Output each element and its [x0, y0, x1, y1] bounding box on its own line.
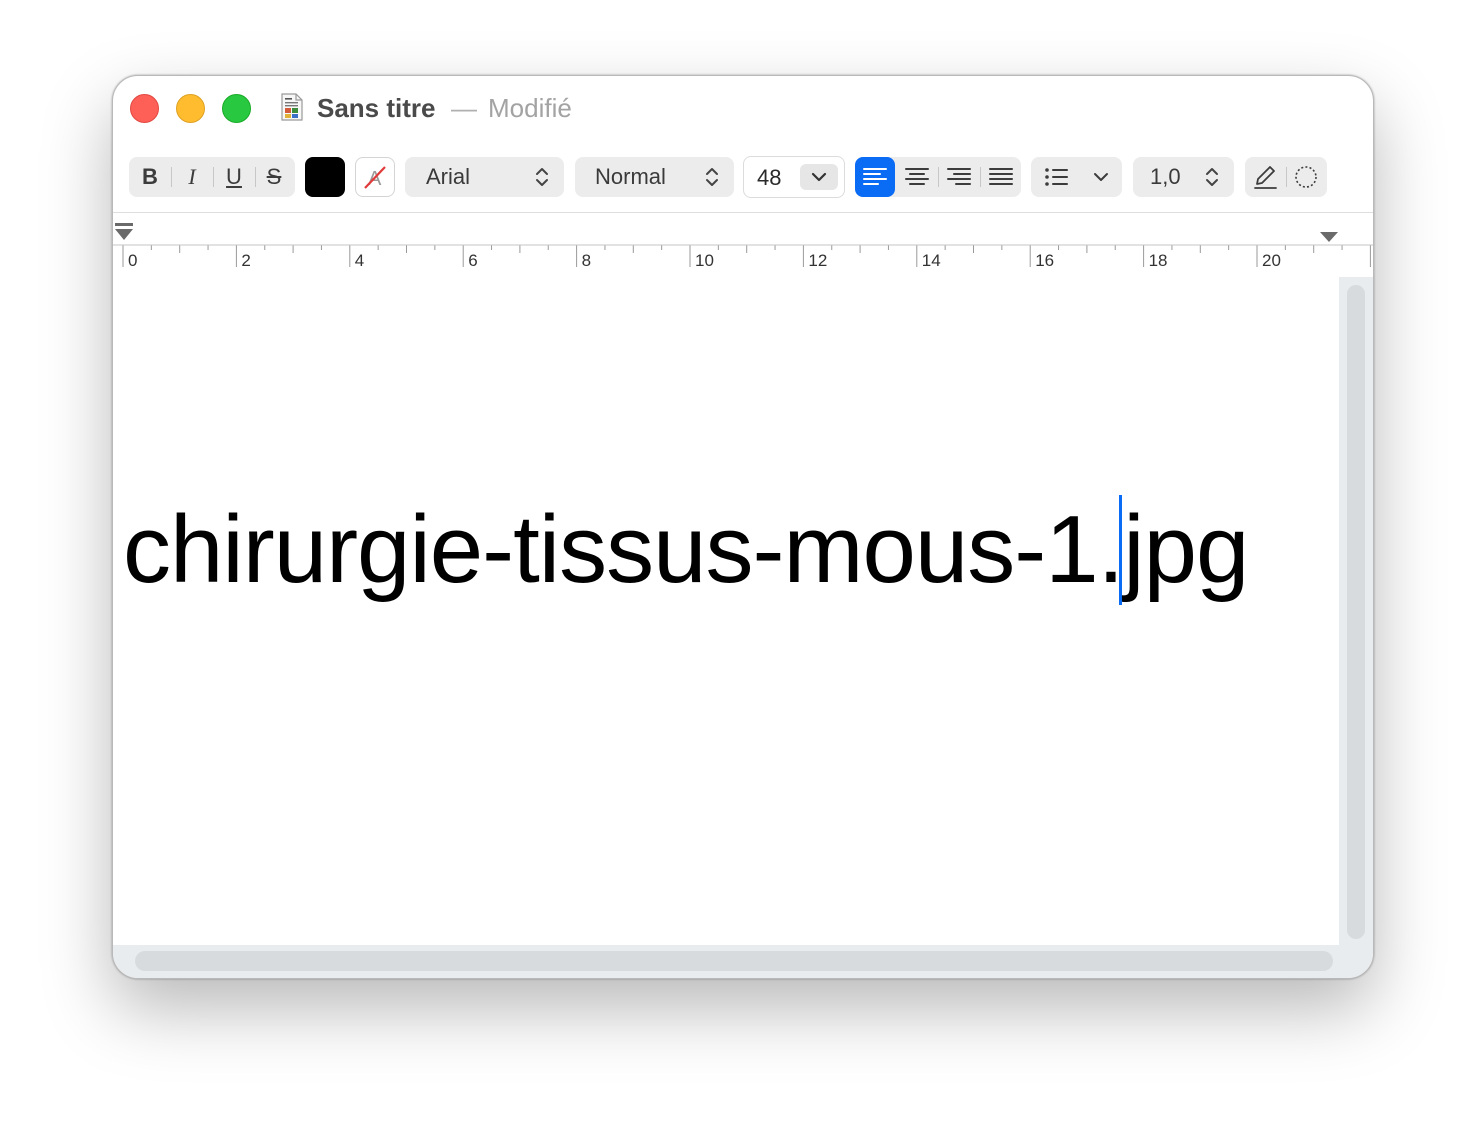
- text-before-caret: chirurgie-tissus-mous-1: [123, 496, 1099, 603]
- window-title: Sans titre: [317, 93, 436, 123]
- minimize-window-button[interactable]: [176, 94, 205, 123]
- ruler-label: 14: [921, 251, 941, 270]
- horizontal-scroll-thumb[interactable]: [135, 951, 1333, 971]
- divider: [255, 167, 256, 187]
- align-right-icon: [947, 168, 971, 185]
- text-style-group: B I U S: [129, 157, 295, 197]
- right-margin-marker-icon[interactable]: [1318, 230, 1340, 246]
- ruler-label: 6: [468, 251, 478, 270]
- chevron-down-icon: [811, 172, 827, 182]
- align-center-icon: [905, 168, 929, 185]
- font-size-value[interactable]: 48: [757, 165, 781, 191]
- ruler-label: 8: [581, 251, 592, 270]
- align-justify-icon: [989, 168, 1013, 185]
- dotted-circle-icon: [1295, 166, 1317, 188]
- divider: [171, 167, 172, 187]
- align-left-button[interactable]: [855, 157, 895, 197]
- background-color-well[interactable]: A: [355, 157, 395, 197]
- divider: [213, 167, 214, 187]
- ruler-label: 16: [1035, 251, 1055, 270]
- font-size-dropdown-button[interactable]: [800, 164, 838, 190]
- vertical-scrollbar[interactable]: [1339, 277, 1373, 945]
- text-caret: [1119, 495, 1122, 605]
- line-spacing-value: 1,0: [1150, 164, 1181, 189]
- align-left-icon: [863, 168, 887, 185]
- shape-button[interactable]: [1287, 157, 1327, 197]
- font-size-combobox[interactable]: 48: [743, 156, 845, 198]
- first-line-indent-marker-icon[interactable]: [113, 223, 135, 245]
- ruler-label: 18: [1148, 251, 1168, 270]
- font-family-value: Arial: [426, 164, 471, 189]
- updown-chevron-icon: [706, 168, 718, 186]
- line-spacing-select[interactable]: 1,0: [1133, 157, 1234, 197]
- font-style-select[interactable]: Normal: [575, 157, 734, 197]
- highlight-button[interactable]: [1245, 157, 1285, 197]
- document-icon: [281, 93, 303, 121]
- italic-button[interactable]: I: [175, 157, 209, 197]
- ruler-label: 10: [695, 251, 714, 270]
- vertical-scroll-thumb[interactable]: [1347, 285, 1365, 939]
- align-center-button[interactable]: [897, 157, 937, 197]
- updown-chevron-icon: [536, 168, 548, 186]
- updown-chevron-icon: [1206, 168, 1218, 186]
- document-text-area[interactable]: chirurgie-tissus-mous-1.jpg: [113, 277, 1339, 945]
- text-color-well[interactable]: [305, 157, 345, 197]
- zoom-window-button[interactable]: [222, 94, 251, 123]
- bulleted-list-icon: [1045, 168, 1068, 186]
- font-style-value: Normal: [595, 164, 666, 189]
- pencil-icon: [1254, 166, 1277, 189]
- document-text[interactable]: chirurgie-tissus-mous-1.jpg: [123, 495, 1249, 605]
- ruler-label: 0: [128, 251, 138, 270]
- strikethrough-button[interactable]: S: [257, 157, 291, 197]
- align-right-button[interactable]: [939, 157, 979, 197]
- ruler[interactable]: 0 2 4 6 8 10 12 14 16 18 20: [113, 212, 1373, 278]
- ruler-ticks: [113, 244, 1373, 267]
- font-family-select[interactable]: Arial: [405, 157, 564, 197]
- underline-button[interactable]: U: [217, 157, 251, 197]
- ruler-label: 12: [808, 251, 828, 270]
- no-color-icon: A: [364, 166, 386, 190]
- ruler-label: 4: [354, 251, 365, 270]
- bold-button[interactable]: B: [133, 157, 167, 197]
- textedit-window: Sans titre — Modifié B I U S A Arial Nor…: [112, 75, 1374, 979]
- ruler-label: 20: [1262, 251, 1281, 270]
- list-style-select[interactable]: [1031, 157, 1122, 197]
- ruler-label: 2: [241, 251, 251, 270]
- align-justify-button[interactable]: [981, 157, 1021, 197]
- title-separator: —: [451, 93, 477, 123]
- close-window-button[interactable]: [130, 94, 159, 123]
- document-status: Modifié: [488, 93, 572, 123]
- chevron-down-icon: [1094, 173, 1108, 181]
- markup-group: [1245, 157, 1327, 197]
- horizontal-scrollbar[interactable]: [113, 945, 1373, 978]
